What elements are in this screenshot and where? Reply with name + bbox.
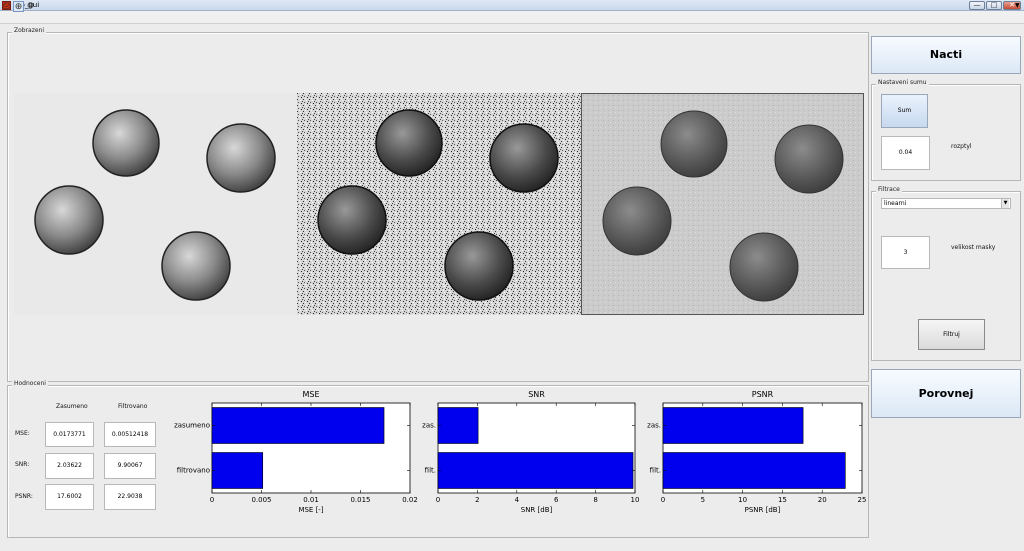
bar: [211, 407, 385, 444]
x-tick-label: 8: [593, 496, 597, 504]
x-tick-label: 4: [515, 496, 520, 504]
bar: [437, 407, 479, 444]
col-header-noisy: Zasumeno: [56, 403, 88, 410]
psnr-filtered-field[interactable]: 22.9038: [104, 484, 156, 510]
print-icon[interactable]: ⎙: [1, 1, 12, 12]
mse-filtered-field[interactable]: 0.00512418: [104, 422, 156, 447]
col-header-filtered: Filtrovano: [118, 403, 148, 410]
toolbar: [0, 11, 1024, 24]
psnr-noisy-field[interactable]: 17.6002: [45, 484, 94, 510]
x-tick-label: 20: [818, 496, 827, 504]
x-tick-label: 0.01: [303, 496, 319, 504]
sum-button[interactable]: Sum: [881, 94, 928, 128]
psnr-row-label: PSNR:: [15, 493, 33, 500]
filtrace-legend: Filtrace: [876, 186, 902, 193]
psnr-chart: zas. filt. 0 5 10 15 20 25 PSNR [dB]: [647, 402, 867, 514]
snr-chart: zas.filt.0 2 4 6 8 10SNR [dB]: [422, 402, 639, 514]
zoom-in-icon[interactable]: ⊕: [13, 1, 24, 12]
x-tick-label: 2: [475, 496, 479, 504]
x-axis-label: MSE [-]: [298, 506, 323, 514]
snr-noisy-field[interactable]: 2.03622: [45, 453, 94, 479]
mse-noisy-field[interactable]: 0.0173771: [45, 422, 94, 447]
velikost-masky-label: velikost masky: [951, 244, 996, 251]
velikost-masky-input[interactable]: 3: [881, 236, 930, 269]
category-label: zas.: [647, 422, 661, 430]
original-image: [14, 93, 297, 315]
zobrazeni-legend: Zobrazeni: [12, 27, 47, 34]
bar: [662, 452, 846, 489]
bar: [211, 452, 264, 489]
snr-filtered-field[interactable]: 9.90067: [104, 453, 156, 479]
category-label: zas.: [422, 422, 436, 430]
toolbar-overflow-arrow-icon[interactable]: ▼: [1015, 2, 1020, 9]
x-tick-label: 0.005: [251, 496, 271, 504]
category-label: filt.: [650, 467, 661, 475]
maximize-button[interactable]: □: [986, 1, 1002, 10]
minimize-button[interactable]: —: [969, 1, 985, 10]
hodnoceni-legend: Hodnoceni: [12, 380, 48, 387]
x-tick-label: 0: [661, 496, 665, 504]
filtruj-button[interactable]: Filtruj: [918, 319, 985, 350]
category-label: filtrovano: [177, 467, 210, 475]
filter-type-select[interactable]: linearni ▼: [881, 198, 1011, 209]
x-tick-label: 5: [701, 496, 705, 504]
x-tick-label: 0: [436, 496, 440, 504]
x-tick-label: 0: [210, 496, 214, 504]
noisy-image: [297, 93, 581, 315]
nacti-button[interactable]: Nacti: [871, 36, 1021, 74]
filter-type-value: linearni: [884, 200, 907, 207]
x-axis-label: PSNR [dB]: [745, 506, 781, 514]
x-tick-label: 6: [554, 496, 559, 504]
x-tick-label: 15: [778, 496, 787, 504]
category-label: zasumeno: [174, 422, 210, 430]
bar: [662, 407, 804, 444]
title-bar: [0, 0, 1024, 11]
x-tick-label: 25: [858, 496, 867, 504]
x-tick-label: 0.015: [350, 496, 370, 504]
snr-row-label: SNR:: [15, 461, 30, 468]
x-tick-label: 10: [738, 496, 747, 504]
bar: [437, 452, 634, 489]
mse-row-label: MSE:: [15, 430, 30, 437]
filtered-image: [581, 93, 864, 315]
zoom-out-icon[interactable]: ⊖: [25, 1, 36, 12]
category-label: filt.: [425, 467, 436, 475]
chevron-down-icon[interactable]: ▼: [1001, 199, 1009, 208]
rozptyl-input[interactable]: 0.04: [881, 136, 930, 170]
nastaveni-sumu-legend: Nastaveni sumu: [876, 79, 929, 86]
x-axis-label: SNR [dB]: [521, 506, 553, 514]
porovnej-button[interactable]: Porovnej: [871, 369, 1021, 418]
mse-chart: zasumenofiltrovano0 0.005 0.01 0.015 0.02MSE…: [174, 402, 418, 514]
rozptyl-label: rozptyl: [951, 143, 972, 150]
